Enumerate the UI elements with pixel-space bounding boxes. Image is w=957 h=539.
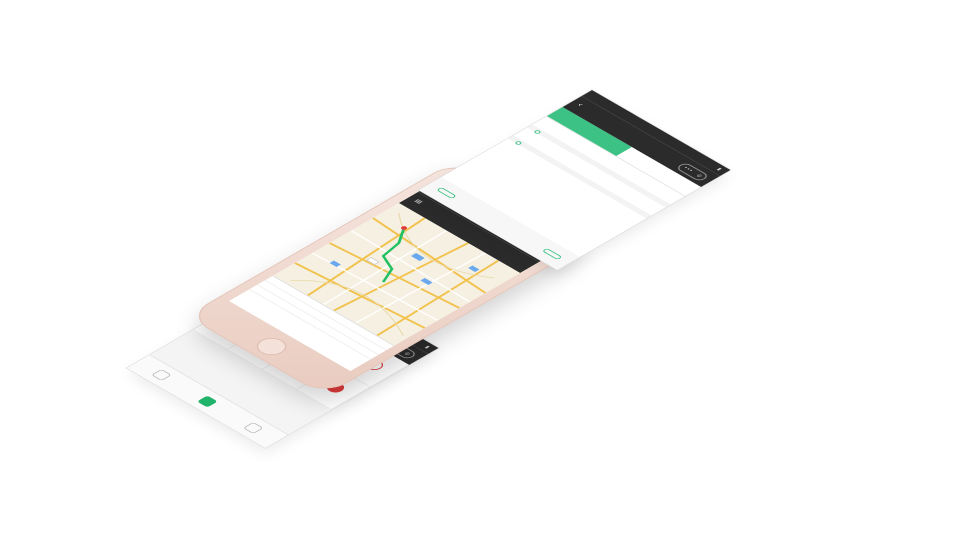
more-icon[interactable]: ••• — [681, 166, 694, 173]
back-icon[interactable]: ‹ — [574, 102, 586, 109]
battery-icon: ▮ — [715, 167, 723, 172]
home-button[interactable] — [250, 334, 293, 359]
mockup-scene: ▮ ‹ •••◎ ▮ ≡ — [0, 0, 957, 539]
menu-icon[interactable]: ≡ — [410, 198, 425, 207]
radio-icon[interactable] — [514, 140, 523, 146]
footer-left-button[interactable] — [436, 187, 457, 199]
close-circle-icon[interactable]: ◎ — [695, 173, 704, 178]
battery-icon: ▮ — [423, 345, 431, 350]
close-circle-icon[interactable]: ◎ — [403, 351, 412, 356]
footer-right-button[interactable] — [541, 248, 563, 260]
tab-home-icon[interactable] — [150, 368, 172, 381]
tab-profile-icon[interactable] — [243, 422, 264, 435]
tab-apps-icon[interactable] — [196, 395, 218, 408]
